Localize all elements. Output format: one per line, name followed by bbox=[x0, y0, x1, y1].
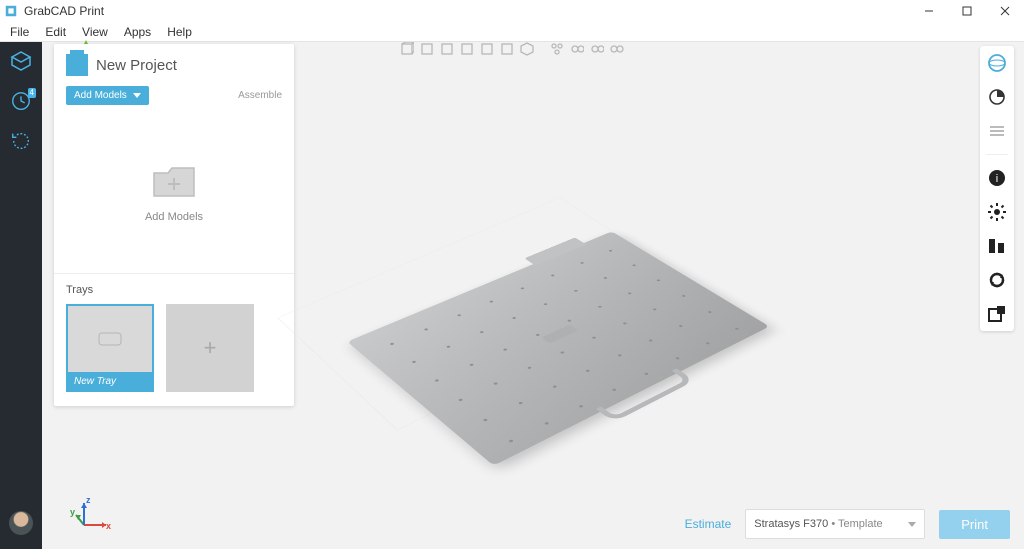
user-avatar[interactable] bbox=[9, 511, 33, 535]
view-globe-icon[interactable] bbox=[986, 52, 1008, 74]
queue-icon[interactable]: 4 bbox=[8, 88, 34, 114]
drop-label: Add Models bbox=[145, 211, 203, 223]
add-tray-button[interactable]: + bbox=[166, 304, 254, 392]
models-drop-area[interactable]: Add Models bbox=[54, 113, 294, 273]
estimate-link[interactable]: Estimate bbox=[685, 517, 732, 531]
chevron-down-icon bbox=[908, 522, 916, 527]
trays-section: Trays New Tray + bbox=[54, 273, 294, 406]
project-folder-icon bbox=[66, 54, 88, 76]
view-toolbar bbox=[392, 36, 632, 62]
close-button[interactable] bbox=[986, 0, 1024, 22]
print-button[interactable]: Print bbox=[939, 510, 1010, 539]
auto-arrange-icon[interactable] bbox=[548, 40, 566, 58]
minimize-button[interactable] bbox=[910, 0, 948, 22]
info-icon[interactable]: i bbox=[986, 167, 1008, 189]
tray-caption: New Tray bbox=[68, 372, 152, 390]
assemble-link[interactable]: Assemble bbox=[238, 90, 282, 101]
plate-handle bbox=[596, 368, 695, 422]
view-right-icon[interactable] bbox=[458, 40, 476, 58]
plate-slot bbox=[541, 325, 578, 344]
chevron-down-icon bbox=[133, 93, 141, 98]
view-bottom-icon[interactable] bbox=[498, 40, 516, 58]
mirror-h-icon[interactable] bbox=[568, 40, 586, 58]
add-models-button[interactable]: Add Models bbox=[66, 86, 149, 105]
viewport[interactable] bbox=[290, 82, 964, 479]
project-icon[interactable] bbox=[8, 48, 34, 74]
axis-gizmo[interactable]: x y z bbox=[72, 497, 112, 537]
menu-view[interactable]: View bbox=[74, 23, 116, 41]
menu-edit[interactable]: Edit bbox=[37, 23, 74, 41]
window-title: GrabCAD Print bbox=[24, 4, 104, 18]
add-models-label: Add Models bbox=[74, 90, 127, 101]
left-rail: 4 bbox=[0, 42, 42, 549]
project-panel: New Project Add Models Assemble Add Mode… bbox=[54, 44, 294, 406]
view-front-icon[interactable] bbox=[398, 40, 416, 58]
axis-x: x bbox=[106, 521, 111, 531]
printer-mode: Template bbox=[838, 518, 883, 530]
svg-text:i: i bbox=[996, 173, 998, 185]
duplicate-icon[interactable] bbox=[608, 40, 626, 58]
right-tool-rail: i bbox=[980, 46, 1014, 331]
align-icon[interactable] bbox=[986, 235, 1008, 257]
axis-z: z bbox=[86, 495, 91, 505]
plus-icon: + bbox=[204, 335, 217, 361]
printer-name: Stratasys F370 bbox=[754, 518, 828, 530]
view-clip-icon[interactable] bbox=[986, 86, 1008, 108]
mirror-v-icon[interactable] bbox=[588, 40, 606, 58]
tray-item-active[interactable]: New Tray bbox=[66, 304, 154, 392]
axis-y: y bbox=[70, 507, 75, 517]
project-title: New Project bbox=[96, 57, 177, 74]
tray-thumb-icon bbox=[98, 332, 122, 346]
menu-apps[interactable]: Apps bbox=[116, 23, 159, 41]
screenshot-icon[interactable] bbox=[986, 303, 1008, 325]
menu-help[interactable]: Help bbox=[159, 23, 200, 41]
footer-bar: Estimate Stratasys F370 • Template Print bbox=[685, 509, 1010, 539]
folder-plus-icon bbox=[151, 163, 197, 201]
settings-icon[interactable] bbox=[986, 201, 1008, 223]
trays-label: Trays bbox=[66, 284, 282, 296]
workspace: 4 New Project Add Models Assemble Add Mo… bbox=[0, 42, 1024, 549]
queue-badge: 4 bbox=[28, 88, 36, 98]
history-icon[interactable] bbox=[8, 128, 34, 154]
app-icon bbox=[4, 4, 18, 18]
refresh-icon[interactable] bbox=[986, 269, 1008, 291]
view-left-icon[interactable] bbox=[438, 40, 456, 58]
title-bar: GrabCAD Print bbox=[0, 0, 1024, 22]
maximize-button[interactable] bbox=[948, 0, 986, 22]
printer-select[interactable]: Stratasys F370 • Template bbox=[745, 509, 925, 539]
view-top-icon[interactable] bbox=[478, 40, 496, 58]
view-back-icon[interactable] bbox=[418, 40, 436, 58]
menu-file[interactable]: File bbox=[2, 23, 37, 41]
view-layers-icon[interactable] bbox=[986, 120, 1008, 142]
view-iso-icon[interactable] bbox=[518, 40, 536, 58]
